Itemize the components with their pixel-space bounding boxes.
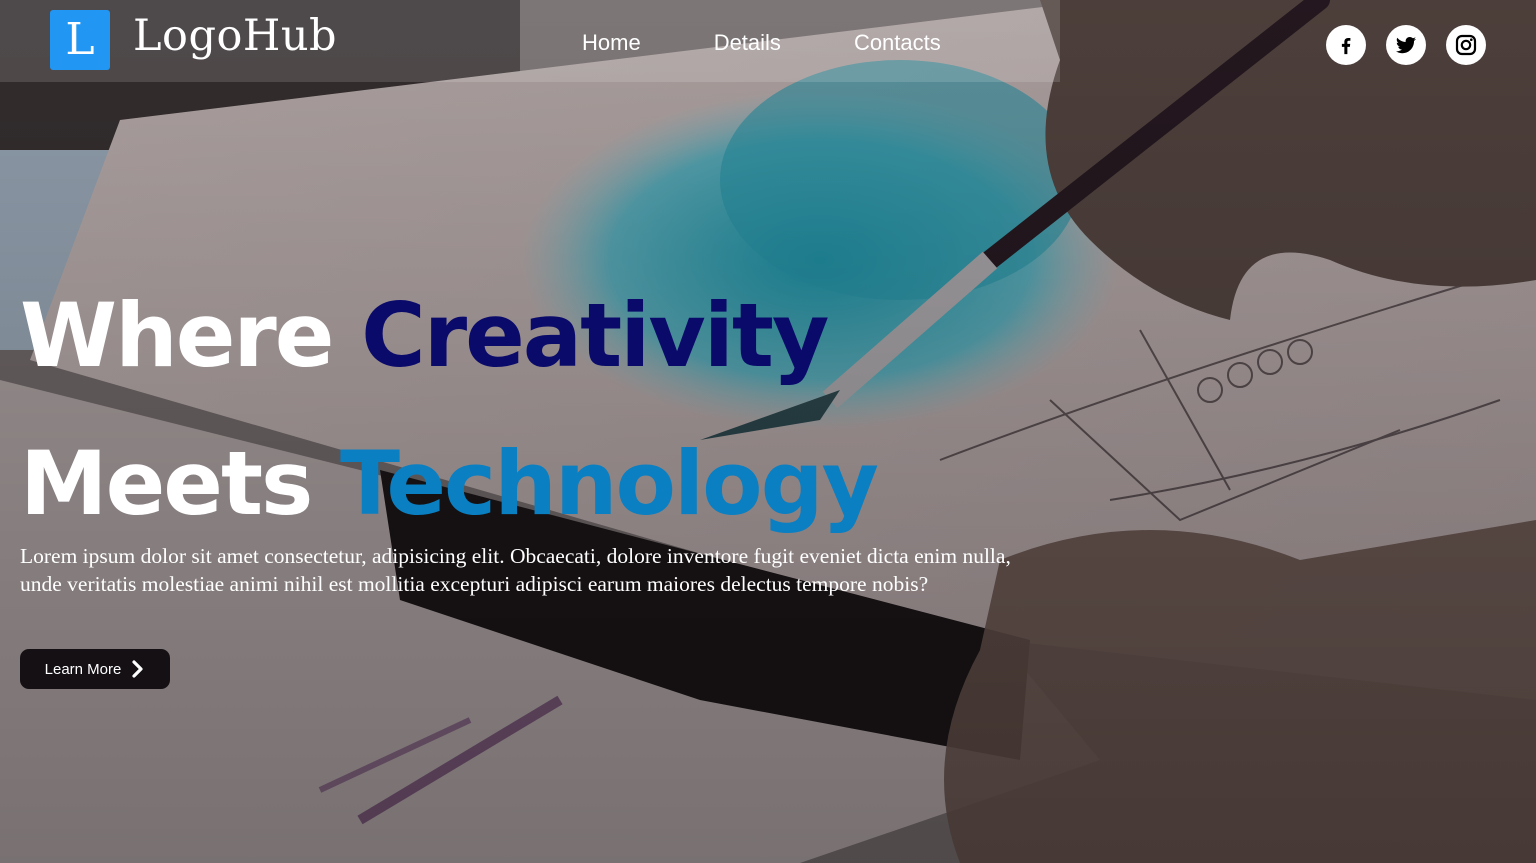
chevron-right-icon	[131, 660, 145, 678]
instagram-icon	[1455, 34, 1477, 56]
hero-title-line2-white: Meets	[20, 432, 313, 535]
social-links	[1306, 25, 1486, 65]
nav-contacts[interactable]: Contacts	[854, 30, 941, 56]
twitter-icon	[1396, 36, 1416, 54]
brand-logo[interactable]: L LogoHub	[50, 10, 337, 70]
hero-title-line1-accent: Creativity	[361, 284, 829, 387]
main-nav: Home Details Contacts	[582, 30, 1014, 56]
hero-title-line2-accent: Technology	[340, 432, 879, 535]
facebook-icon	[1341, 37, 1351, 55]
learn-more-label: Learn More	[44, 660, 122, 678]
hero-title-line1-white: Where	[20, 284, 334, 387]
logo-mark-icon: L	[50, 10, 110, 70]
hero-title: Where Creativity Meets Technology	[20, 262, 879, 558]
facebook-link[interactable]	[1326, 25, 1366, 65]
learn-more-button[interactable]: Learn More	[20, 649, 170, 689]
brand-name: LogoHub	[133, 11, 338, 61]
instagram-link[interactable]	[1446, 25, 1486, 65]
nav-details[interactable]: Details	[714, 30, 781, 56]
twitter-link[interactable]	[1386, 25, 1426, 65]
hero-description: Lorem ipsum dolor sit amet consectetur, …	[20, 544, 1011, 596]
nav-home[interactable]: Home	[582, 30, 641, 56]
